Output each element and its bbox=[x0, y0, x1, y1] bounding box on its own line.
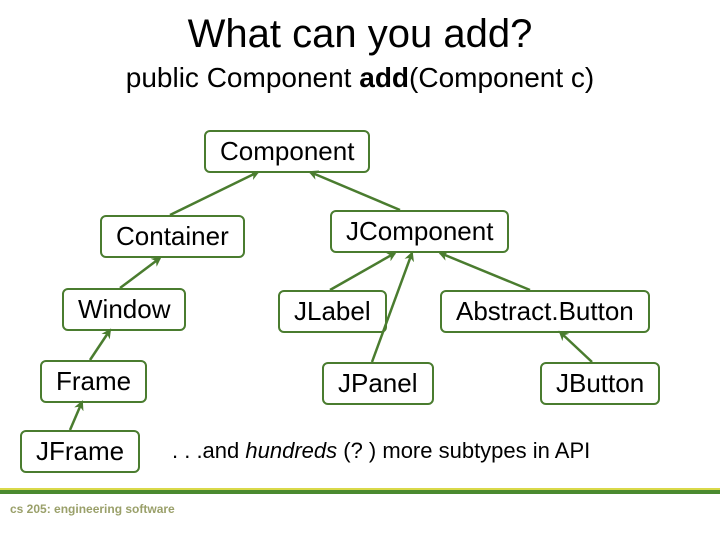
node-abstractbutton: Abstract.Button bbox=[440, 290, 650, 333]
note-italic: hundreds bbox=[245, 438, 337, 463]
note-post: (? ) more subtypes in API bbox=[337, 438, 590, 463]
node-jframe: JFrame bbox=[20, 430, 140, 473]
method-signature: public Component add(Component c) bbox=[0, 62, 720, 94]
node-window: Window bbox=[62, 288, 186, 331]
node-jcomponent: JComponent bbox=[330, 210, 509, 253]
node-jbutton: JButton bbox=[540, 362, 660, 405]
sig-bold: add bbox=[359, 62, 409, 93]
sig-post: (Component c) bbox=[409, 62, 594, 93]
node-frame: Frame bbox=[40, 360, 147, 403]
footer-text: cs 205: engineering software bbox=[10, 502, 175, 516]
node-jlabel: JLabel bbox=[278, 290, 387, 333]
subtypes-note: . . .and hundreds (? ) more subtypes in … bbox=[172, 438, 590, 464]
node-jpanel: JPanel bbox=[322, 362, 434, 405]
footer-rule bbox=[0, 488, 720, 494]
sig-pre: public Component bbox=[126, 62, 359, 93]
slide-title: What can you add? bbox=[0, 12, 720, 57]
node-component: Component bbox=[204, 130, 370, 173]
note-pre: . . .and bbox=[172, 438, 245, 463]
node-container: Container bbox=[100, 215, 245, 258]
